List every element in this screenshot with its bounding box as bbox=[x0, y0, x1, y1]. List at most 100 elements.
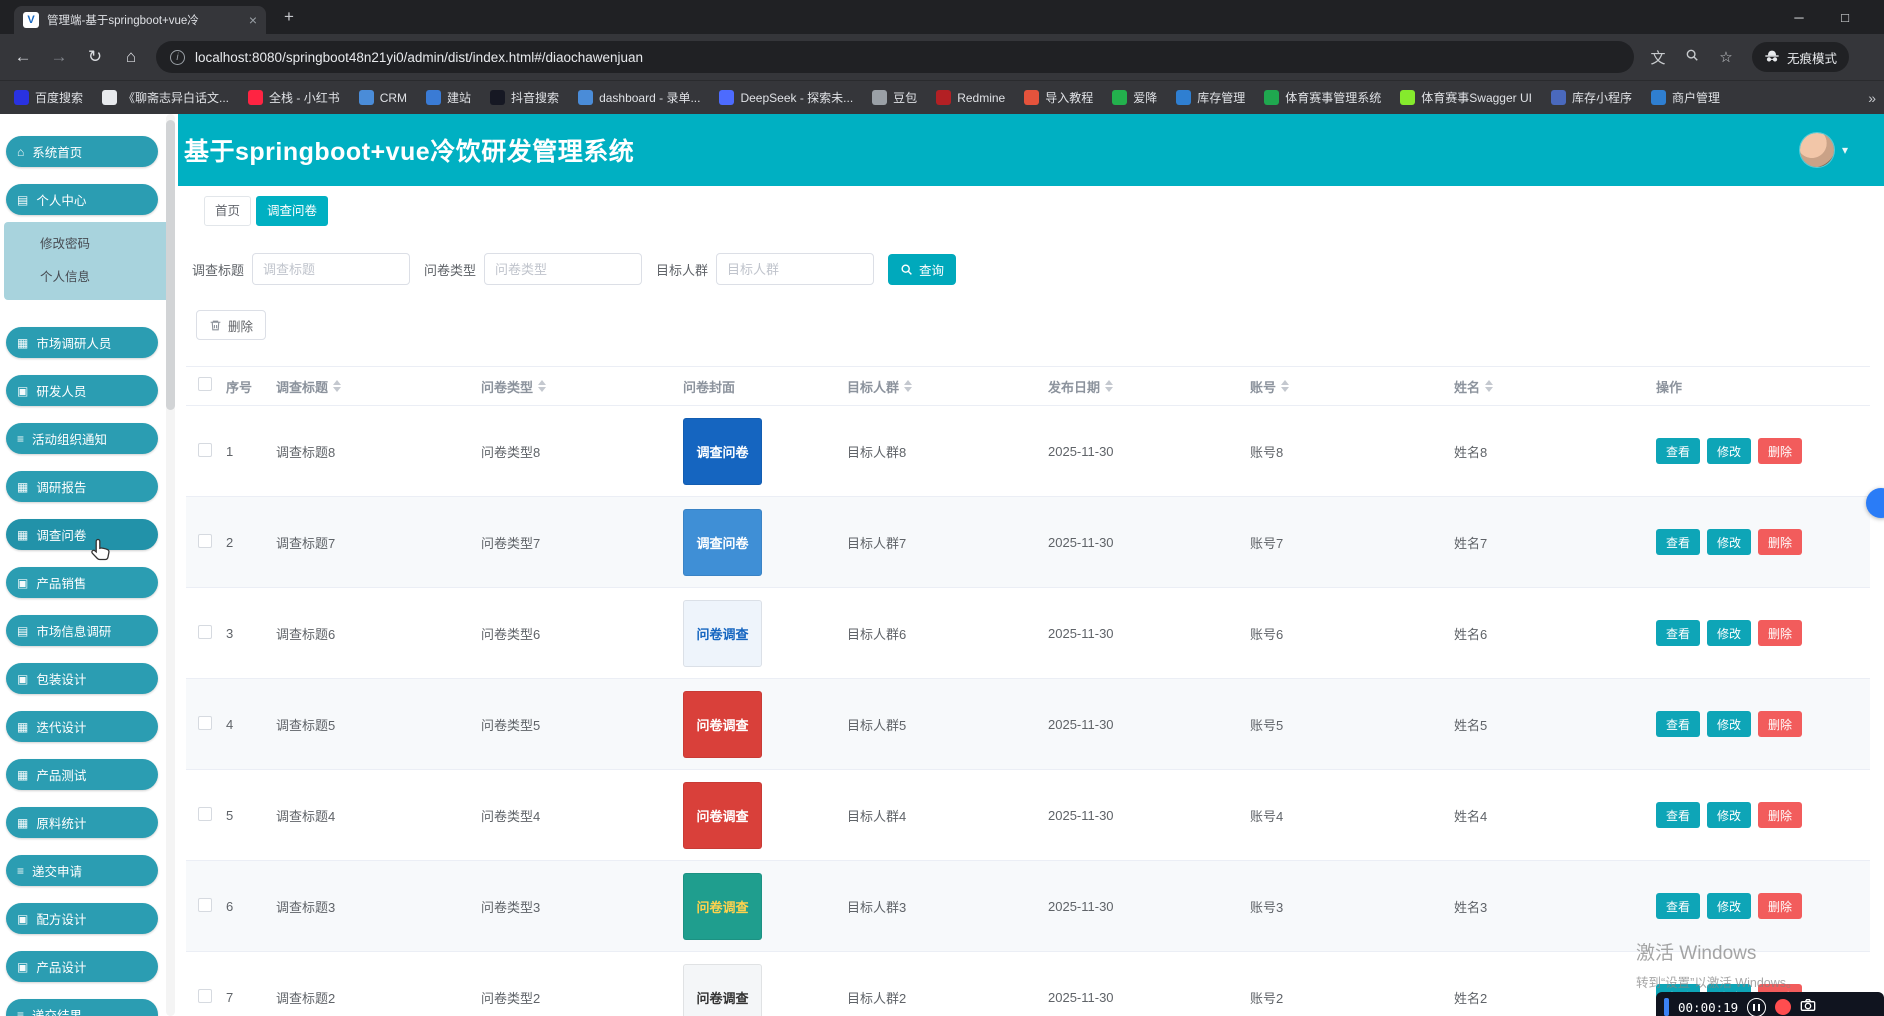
bookmark-star-icon[interactable]: ☆ bbox=[1716, 48, 1736, 66]
bookmark-item[interactable]: 豆包 bbox=[872, 89, 917, 106]
tab-questionnaire[interactable]: 调查问卷 bbox=[256, 196, 328, 226]
bookmark-item[interactable]: 体育赛事管理系统 bbox=[1264, 89, 1381, 106]
filter-audience-input[interactable] bbox=[716, 253, 874, 285]
user-menu[interactable]: ▾ bbox=[1800, 133, 1848, 167]
cover-image[interactable]: 问卷调查 bbox=[683, 600, 762, 667]
forward-icon[interactable]: → bbox=[48, 47, 70, 67]
sidebar-item-iteration-design[interactable]: ▦迭代设计 bbox=[6, 711, 158, 742]
tab-close-icon[interactable]: × bbox=[249, 12, 257, 28]
sidebar-item-market-info-research[interactable]: ▤市场信息调研 bbox=[6, 615, 158, 646]
edit-button[interactable]: 修改 bbox=[1707, 893, 1751, 919]
bookmark-item[interactable]: DeepSeek - 探索未... bbox=[719, 89, 853, 106]
sidebar-item-personal-center[interactable]: ▤个人中心 bbox=[6, 184, 158, 215]
cover-image[interactable]: 问卷调查 bbox=[683, 782, 762, 849]
row-checkbox[interactable] bbox=[198, 989, 212, 1003]
row-checkbox[interactable] bbox=[198, 716, 212, 730]
cover-image[interactable]: 问卷调查 bbox=[683, 964, 762, 1016]
bookmark-item[interactable]: dashboard - 录单... bbox=[578, 89, 700, 106]
sidebar-item-rd-staff[interactable]: ▣研发人员 bbox=[6, 375, 158, 406]
edit-button[interactable]: 修改 bbox=[1707, 802, 1751, 828]
delete-row-button[interactable]: 删除 bbox=[1758, 711, 1802, 737]
row-checkbox[interactable] bbox=[198, 898, 212, 912]
site-info-icon[interactable]: i bbox=[170, 50, 185, 65]
sidebar-item-formula-design[interactable]: ▣配方设计 bbox=[6, 903, 158, 934]
window-minimize-button[interactable]: ─ bbox=[1776, 0, 1822, 34]
col-account[interactable]: 账号 bbox=[1250, 377, 1454, 396]
col-audience[interactable]: 目标人群 bbox=[847, 377, 1048, 396]
sidebar-scrollbar-thumb[interactable] bbox=[166, 120, 175, 410]
bookmark-item[interactable]: 全栈 - 小红书 bbox=[248, 89, 340, 106]
back-icon[interactable]: ← bbox=[12, 47, 34, 67]
sidebar-item-product-sales[interactable]: ▣产品销售 bbox=[6, 567, 158, 598]
cover-image[interactable]: 调查问卷 bbox=[683, 418, 762, 485]
recorder-handle[interactable] bbox=[1664, 998, 1669, 1016]
record-stop-button[interactable] bbox=[1775, 999, 1791, 1015]
sidebar-item-questionnaire[interactable]: ▦调查问卷 bbox=[6, 519, 158, 550]
bulk-delete-button[interactable]: 删除 bbox=[196, 310, 266, 340]
edit-button[interactable]: 修改 bbox=[1707, 529, 1751, 555]
cover-image[interactable]: 问卷调查 bbox=[683, 691, 762, 758]
bookmark-item[interactable]: 百度搜索 bbox=[14, 89, 83, 106]
view-button[interactable]: 查看 bbox=[1656, 529, 1700, 555]
bookmark-item[interactable]: 商户管理 bbox=[1651, 89, 1720, 106]
view-button[interactable]: 查看 bbox=[1656, 438, 1700, 464]
pause-button[interactable] bbox=[1747, 998, 1766, 1016]
view-button[interactable]: 查看 bbox=[1656, 620, 1700, 646]
bookmarks-overflow-icon[interactable]: » bbox=[1868, 90, 1876, 106]
sidebar-item-research-report[interactable]: ▦调研报告 bbox=[6, 471, 158, 502]
sidebar-item-product-design[interactable]: ▣产品设计 bbox=[6, 951, 158, 982]
view-button[interactable]: 查看 bbox=[1656, 711, 1700, 737]
bookmark-item[interactable]: 建站 bbox=[426, 89, 471, 106]
bookmark-item[interactable]: 《聊斋志异白话文... bbox=[102, 89, 229, 106]
row-checkbox[interactable] bbox=[198, 443, 212, 457]
sidebar-item-submit-application[interactable]: ≡递交申请 bbox=[6, 855, 158, 886]
delete-row-button[interactable]: 删除 bbox=[1758, 802, 1802, 828]
col-title[interactable]: 调查标题 bbox=[276, 377, 481, 396]
bookmark-item[interactable]: 体育赛事Swagger UI bbox=[1400, 89, 1532, 106]
tab-home[interactable]: 首页 bbox=[204, 196, 251, 226]
view-button[interactable]: 查看 bbox=[1656, 802, 1700, 828]
zoom-icon[interactable] bbox=[1682, 48, 1702, 66]
home-icon[interactable]: ⌂ bbox=[120, 47, 142, 67]
select-all-checkbox[interactable] bbox=[198, 377, 212, 391]
chevron-down-icon[interactable]: ▾ bbox=[1842, 143, 1848, 157]
sidebar-item-home[interactable]: ⌂系统首页 bbox=[6, 136, 158, 167]
row-checkbox[interactable] bbox=[198, 625, 212, 639]
new-tab-button[interactable]: + bbox=[284, 7, 294, 27]
col-name[interactable]: 姓名 bbox=[1454, 377, 1656, 396]
camera-icon[interactable] bbox=[1800, 998, 1816, 1016]
bookmark-item[interactable]: 库存管理 bbox=[1176, 89, 1245, 106]
window-close-button[interactable]: × bbox=[1868, 0, 1884, 34]
bookmark-item[interactable]: Redmine bbox=[936, 90, 1005, 105]
filter-title-input[interactable] bbox=[252, 253, 410, 285]
sidebar-subitem-personal-info[interactable]: 个人信息 bbox=[4, 261, 172, 294]
row-checkbox[interactable] bbox=[198, 534, 212, 548]
reload-icon[interactable]: ↻ bbox=[84, 47, 106, 67]
filter-type-input[interactable] bbox=[484, 253, 642, 285]
bookmark-item[interactable]: 抖音搜索 bbox=[490, 89, 559, 106]
cover-image[interactable]: 调查问卷 bbox=[683, 509, 762, 576]
row-checkbox[interactable] bbox=[198, 807, 212, 821]
sidebar-item-activity-notice[interactable]: ≡活动组织通知 bbox=[6, 423, 158, 454]
edit-button[interactable]: 修改 bbox=[1707, 438, 1751, 464]
bookmark-item[interactable]: 库存小程序 bbox=[1551, 89, 1632, 106]
sidebar-item-market-researcher[interactable]: ▦市场调研人员 bbox=[6, 327, 158, 358]
avatar[interactable] bbox=[1800, 133, 1834, 167]
browser-tab[interactable]: V 管理端-基于springboot+vue冷 × bbox=[14, 6, 266, 34]
translate-icon[interactable]: 文 bbox=[1648, 47, 1668, 68]
col-date[interactable]: 发布日期 bbox=[1048, 377, 1250, 396]
col-type[interactable]: 问卷类型 bbox=[481, 377, 683, 396]
edit-button[interactable]: 修改 bbox=[1707, 711, 1751, 737]
sidebar-item-submit-result[interactable]: ≡递交结果 bbox=[6, 999, 158, 1016]
search-button[interactable]: 查询 bbox=[888, 254, 956, 285]
view-button[interactable]: 查看 bbox=[1656, 893, 1700, 919]
bookmark-item[interactable]: 导入教程 bbox=[1024, 89, 1093, 106]
delete-row-button[interactable]: 删除 bbox=[1758, 438, 1802, 464]
bookmark-item[interactable]: CRM bbox=[359, 90, 407, 105]
bookmark-item[interactable]: 爱降 bbox=[1112, 89, 1157, 106]
sidebar-item-product-testing[interactable]: ▦产品测试 bbox=[6, 759, 158, 790]
sidebar-item-raw-material-stats[interactable]: ▦原料统计 bbox=[6, 807, 158, 838]
window-maximize-button[interactable]: □ bbox=[1822, 0, 1868, 34]
url-bar[interactable]: i localhost:8080/springboot48n21yi0/admi… bbox=[156, 41, 1634, 73]
cover-image[interactable]: 问卷调查 bbox=[683, 873, 762, 940]
